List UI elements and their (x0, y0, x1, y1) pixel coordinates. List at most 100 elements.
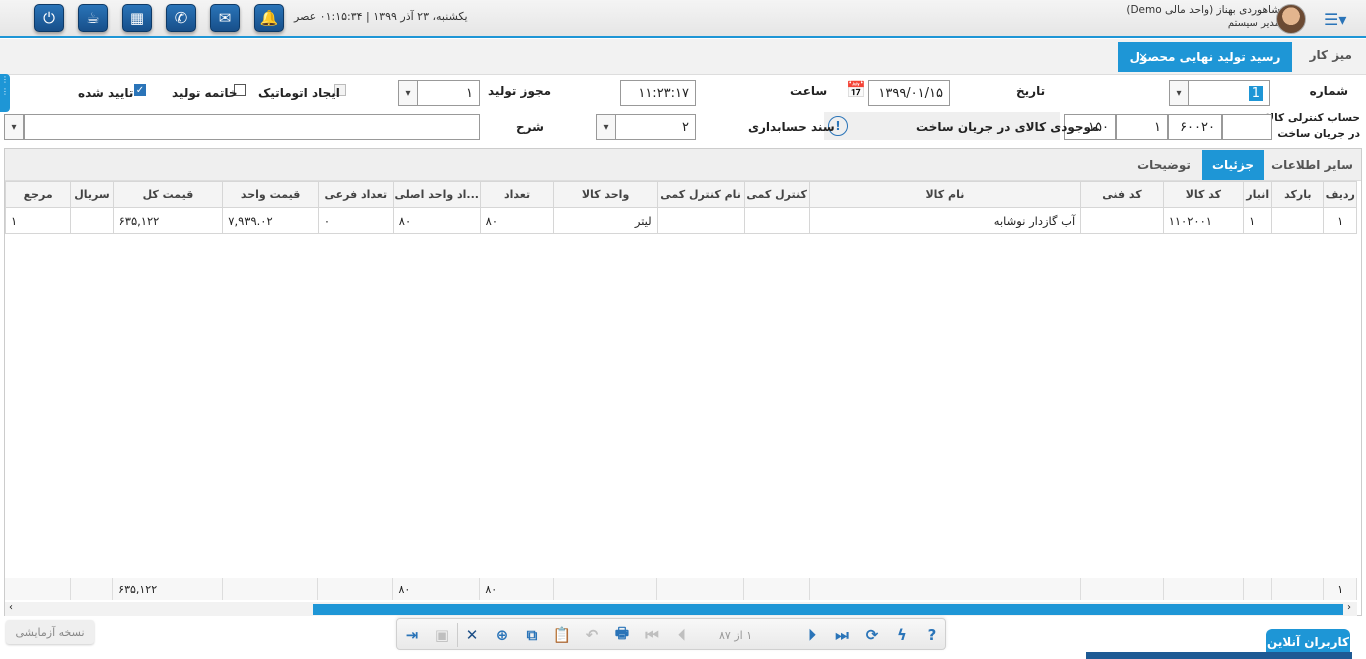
paste-icon[interactable]: 📋 (551, 625, 573, 645)
accounting-doc-field[interactable]: ۲ (614, 114, 696, 140)
column-header[interactable]: بارکد (1271, 181, 1325, 208)
tab-details[interactable]: جزئیات (1202, 150, 1264, 180)
prev-record-icon[interactable]: ⏴ (671, 625, 693, 645)
column-header[interactable]: مرجع (4, 181, 72, 208)
table-cell[interactable]: ۱ (1323, 207, 1357, 234)
tea-icon[interactable]: ☕ (78, 4, 108, 32)
column-header[interactable]: نام کنترل کمی (656, 181, 745, 208)
copy-icon[interactable]: ⧉ (521, 625, 543, 645)
wip-label: موجودی کالای در جریان ساخت (916, 120, 1099, 134)
flash-icon[interactable]: ϟ (891, 625, 913, 645)
power-icon[interactable]: ⏻ (34, 4, 64, 32)
table-cell[interactable]: ۸۰ (392, 207, 481, 234)
table-cell[interactable]: ۶۳۵,۱۲۲ (112, 207, 224, 234)
avatar[interactable] (1276, 4, 1306, 34)
table-cell[interactable]: ۱۱۰۲۰۰۱ (1162, 207, 1245, 234)
table-cell[interactable]: ۷,۹۳۹.۰۲ (222, 207, 319, 234)
table-cell[interactable] (1271, 207, 1325, 234)
tab-other-info[interactable]: سایر اطلاعات (1268, 150, 1356, 180)
first-record-icon[interactable]: ⏮ (641, 625, 663, 645)
column-header[interactable]: کد کالا (1162, 181, 1245, 208)
description-dropdown[interactable]: ▾ (4, 114, 24, 140)
table-cell[interactable] (1080, 207, 1164, 234)
phone-icon[interactable]: ✆ (166, 4, 196, 32)
permit-label: مجوز تولید (488, 84, 552, 98)
permit-field[interactable]: ۱ (416, 80, 480, 106)
last-record-icon[interactable]: ⏭ (831, 625, 853, 645)
number-field[interactable]: 1 (1188, 80, 1270, 106)
table-cell[interactable]: ۰ (317, 207, 394, 234)
column-header[interactable]: قیمت کل (112, 181, 224, 208)
control-account-field-4[interactable] (1222, 114, 1272, 140)
description-label: شرح (516, 120, 544, 134)
table-cell[interactable] (656, 207, 745, 234)
column-header[interactable]: انبار (1243, 181, 1273, 208)
production-end-label: خاتمه تولید (172, 86, 238, 100)
column-header[interactable]: تعداد فرعی (317, 181, 394, 208)
user-name: شاهوردی بهناز (واحد مالی Demo) (1126, 4, 1280, 16)
number-dropdown[interactable]: ▾ (1169, 80, 1189, 106)
undo-icon[interactable]: ↶ (581, 625, 603, 645)
calculator-icon[interactable]: ▦ (122, 4, 152, 32)
accounting-doc-label: سند حسابداری (748, 120, 835, 134)
table-cell[interactable]: لیتر (553, 207, 658, 234)
grid-footer: ۱ ۸۰ ۸۰ ۶۳۵,۱۲۲ (5, 578, 1357, 600)
save-icon[interactable]: ▣ (431, 625, 453, 645)
refresh-icon[interactable]: ⟳ (861, 625, 883, 645)
footer-cell (656, 578, 745, 600)
hamburger-menu-icon[interactable]: ☰▾ (1324, 10, 1354, 29)
table-cell[interactable]: ۱ (1243, 207, 1273, 234)
date-field[interactable]: ۱۳۹۹/۰۱/۱۵ (868, 80, 950, 106)
mail-icon[interactable]: ✉ (210, 4, 240, 32)
scroll-right-icon[interactable]: › (1347, 602, 1351, 613)
print-icon[interactable]: 🖶 (611, 624, 633, 645)
column-header[interactable]: تعداد (479, 181, 555, 208)
description-field[interactable] (24, 114, 480, 140)
footer-cell (743, 578, 810, 600)
control-account-code[interactable]: ۶۰۰۲۰ (1168, 114, 1222, 140)
help-icon[interactable]: ? (921, 625, 943, 645)
column-header[interactable]: سریال (70, 181, 114, 208)
next-record-icon[interactable]: ⏵ (801, 625, 823, 645)
table-cell[interactable] (743, 207, 810, 234)
footer-cell (1243, 578, 1273, 600)
permit-dropdown[interactable]: ▾ (398, 80, 418, 106)
footer-cell (809, 578, 1082, 600)
approved-label: تایید شده (78, 86, 134, 100)
table-cell[interactable]: آب گازدار نوشابه (808, 207, 1082, 234)
tab-desk[interactable]: میز کار (1310, 48, 1352, 62)
scroll-left-icon[interactable]: ‹ (9, 602, 13, 613)
control-account-label: حساب کنترلی کالای (1256, 112, 1360, 124)
bell-icon[interactable]: 🔔 (254, 4, 284, 32)
calendar-icon[interactable]: 📅 (846, 80, 866, 102)
column-header[interactable]: کنترل کمی (743, 181, 810, 208)
tab-notes[interactable]: توضیحات (1130, 150, 1198, 180)
user-role: مدیر سیستم (1227, 18, 1280, 29)
approved-checkbox[interactable]: ✓ (134, 84, 146, 96)
close-icon[interactable]: × (1138, 50, 1148, 64)
footer-cell: ۱ (1323, 578, 1357, 600)
time-field[interactable]: ۱۱:۲۳:۱۷ (620, 80, 696, 106)
column-header[interactable]: ردیف (1323, 181, 1357, 208)
footer-cell (222, 578, 319, 600)
side-handle[interactable]: ⋮ ⋮ (0, 74, 10, 112)
column-header[interactable]: نام کالا (808, 181, 1082, 208)
accounting-doc-dropdown[interactable]: ▾ (596, 114, 616, 140)
footer-cell (553, 578, 658, 600)
column-header[interactable]: قیمت واحد (222, 181, 319, 208)
delete-icon[interactable]: ✕ (461, 625, 483, 645)
scrollbar-thumb[interactable] (313, 604, 1343, 615)
current-datetime: یکشنبه، ۲۳ آذر ۱۳۹۹ | ۰۱:۱۵:۳۴ عصر (294, 10, 468, 23)
column-header[interactable]: ...اد واحد اصلی (392, 181, 481, 208)
table-cell[interactable]: ۱ (4, 207, 72, 234)
horizontal-scrollbar[interactable]: ‹ › (5, 602, 1357, 616)
column-header[interactable]: کد فنی (1080, 181, 1164, 208)
table-cell[interactable]: ۸۰ (479, 207, 555, 234)
control-account-part2[interactable]: ۱ (1116, 114, 1168, 140)
exit-icon[interactable]: ⇥ (401, 625, 423, 645)
column-header[interactable]: واحد کالا (553, 181, 658, 208)
new-document-icon[interactable]: ⊕ (491, 625, 513, 645)
table-cell[interactable] (70, 207, 114, 234)
trial-version-badge: نسخه آزمایشی (6, 620, 94, 644)
table-row[interactable]: ۱ ۱ ۱۱۰۲۰۰۱ آب گازدار نوشابه لیتر ۸۰ ۸۰ ۰ ۷,۹۳۹.… (4, 207, 1357, 234)
